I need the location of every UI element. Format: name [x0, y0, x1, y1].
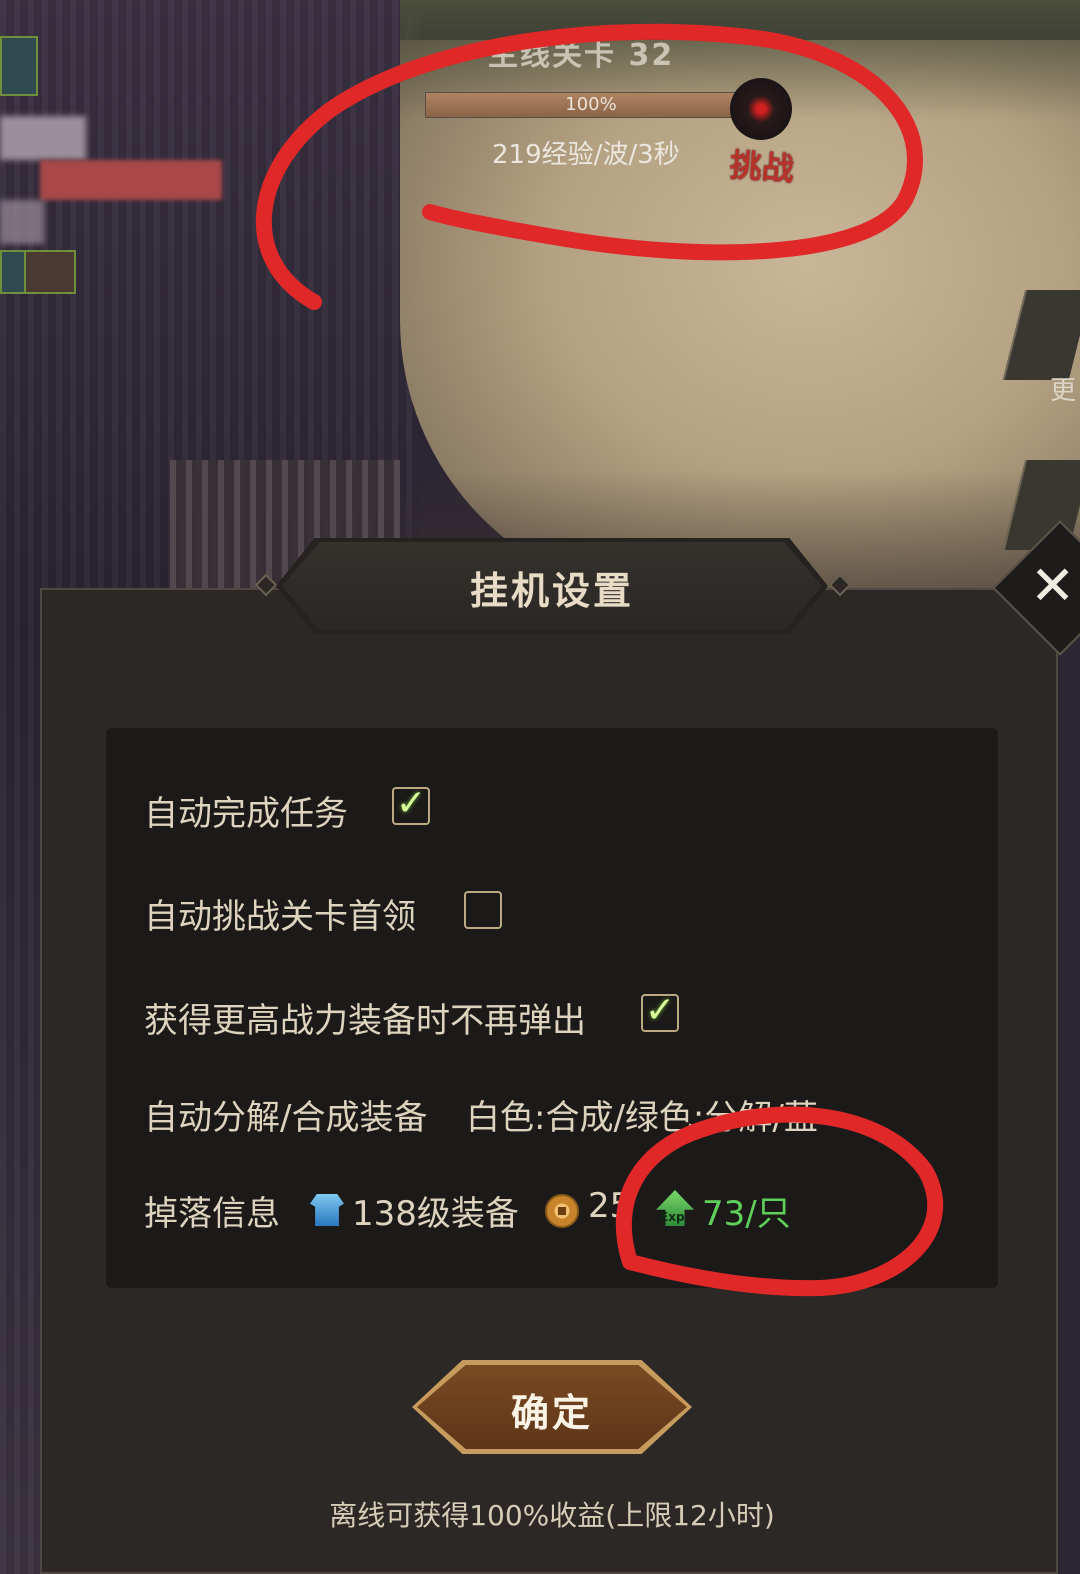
- coin-icon: [545, 1194, 579, 1228]
- exp-icon-label: Exp: [660, 1210, 685, 1224]
- stage-progress-bar: 100%: [425, 92, 757, 118]
- offline-reward-note: 离线可获得100%收益(上限12小时): [329, 1499, 775, 1532]
- blurred-avatar: [0, 200, 44, 244]
- auto-decompose-label: 自动分解/合成装备: [144, 1098, 428, 1138]
- dialog-title: 挂机设置: [469, 569, 634, 613]
- stage-progress-label: 100%: [565, 94, 617, 115]
- armor-icon: [310, 1194, 344, 1226]
- stage-title: 主线关卡 32: [488, 38, 675, 73]
- check-icon: ✓: [645, 990, 676, 1031]
- hud-skill-icon[interactable]: [0, 36, 38, 96]
- hud-item-icon[interactable]: [24, 250, 76, 294]
- option-auto-boss-checkbox[interactable]: [464, 891, 502, 929]
- drop-equipment: 138级装备: [352, 1194, 519, 1234]
- stage-exp-rate: 219经验/波/3秒: [492, 140, 680, 170]
- close-icon[interactable]: ✕: [1030, 556, 1075, 616]
- blurred-player-info: [0, 116, 86, 160]
- auto-decompose-value[interactable]: 白色:合成/绿色:分解/蓝: [466, 1090, 818, 1139]
- option-no-popup-checkbox[interactable]: ✓: [641, 990, 679, 1032]
- check-icon: ✓: [396, 783, 427, 824]
- option-auto-quest-label: 自动完成任务: [144, 794, 348, 834]
- challenge-button[interactable]: 挑战: [728, 140, 796, 190]
- blurred-health-bar: [40, 160, 222, 200]
- right-menu-label: 更: [1049, 376, 1076, 406]
- drop-info-label: 掉落信息: [144, 1194, 280, 1234]
- option-auto-boss-label: 自动挑战关卡首领: [144, 897, 416, 937]
- option-auto-quest-checkbox[interactable]: ✓: [392, 783, 430, 825]
- boss-icon[interactable]: [730, 78, 792, 140]
- drop-exp: 73/只: [702, 1194, 791, 1234]
- confirm-button[interactable]: [417, 1365, 687, 1449]
- option-no-popup-label: 获得更高战力装备时不再弹出: [144, 1001, 586, 1041]
- drop-gold: 25: [588, 1186, 632, 1226]
